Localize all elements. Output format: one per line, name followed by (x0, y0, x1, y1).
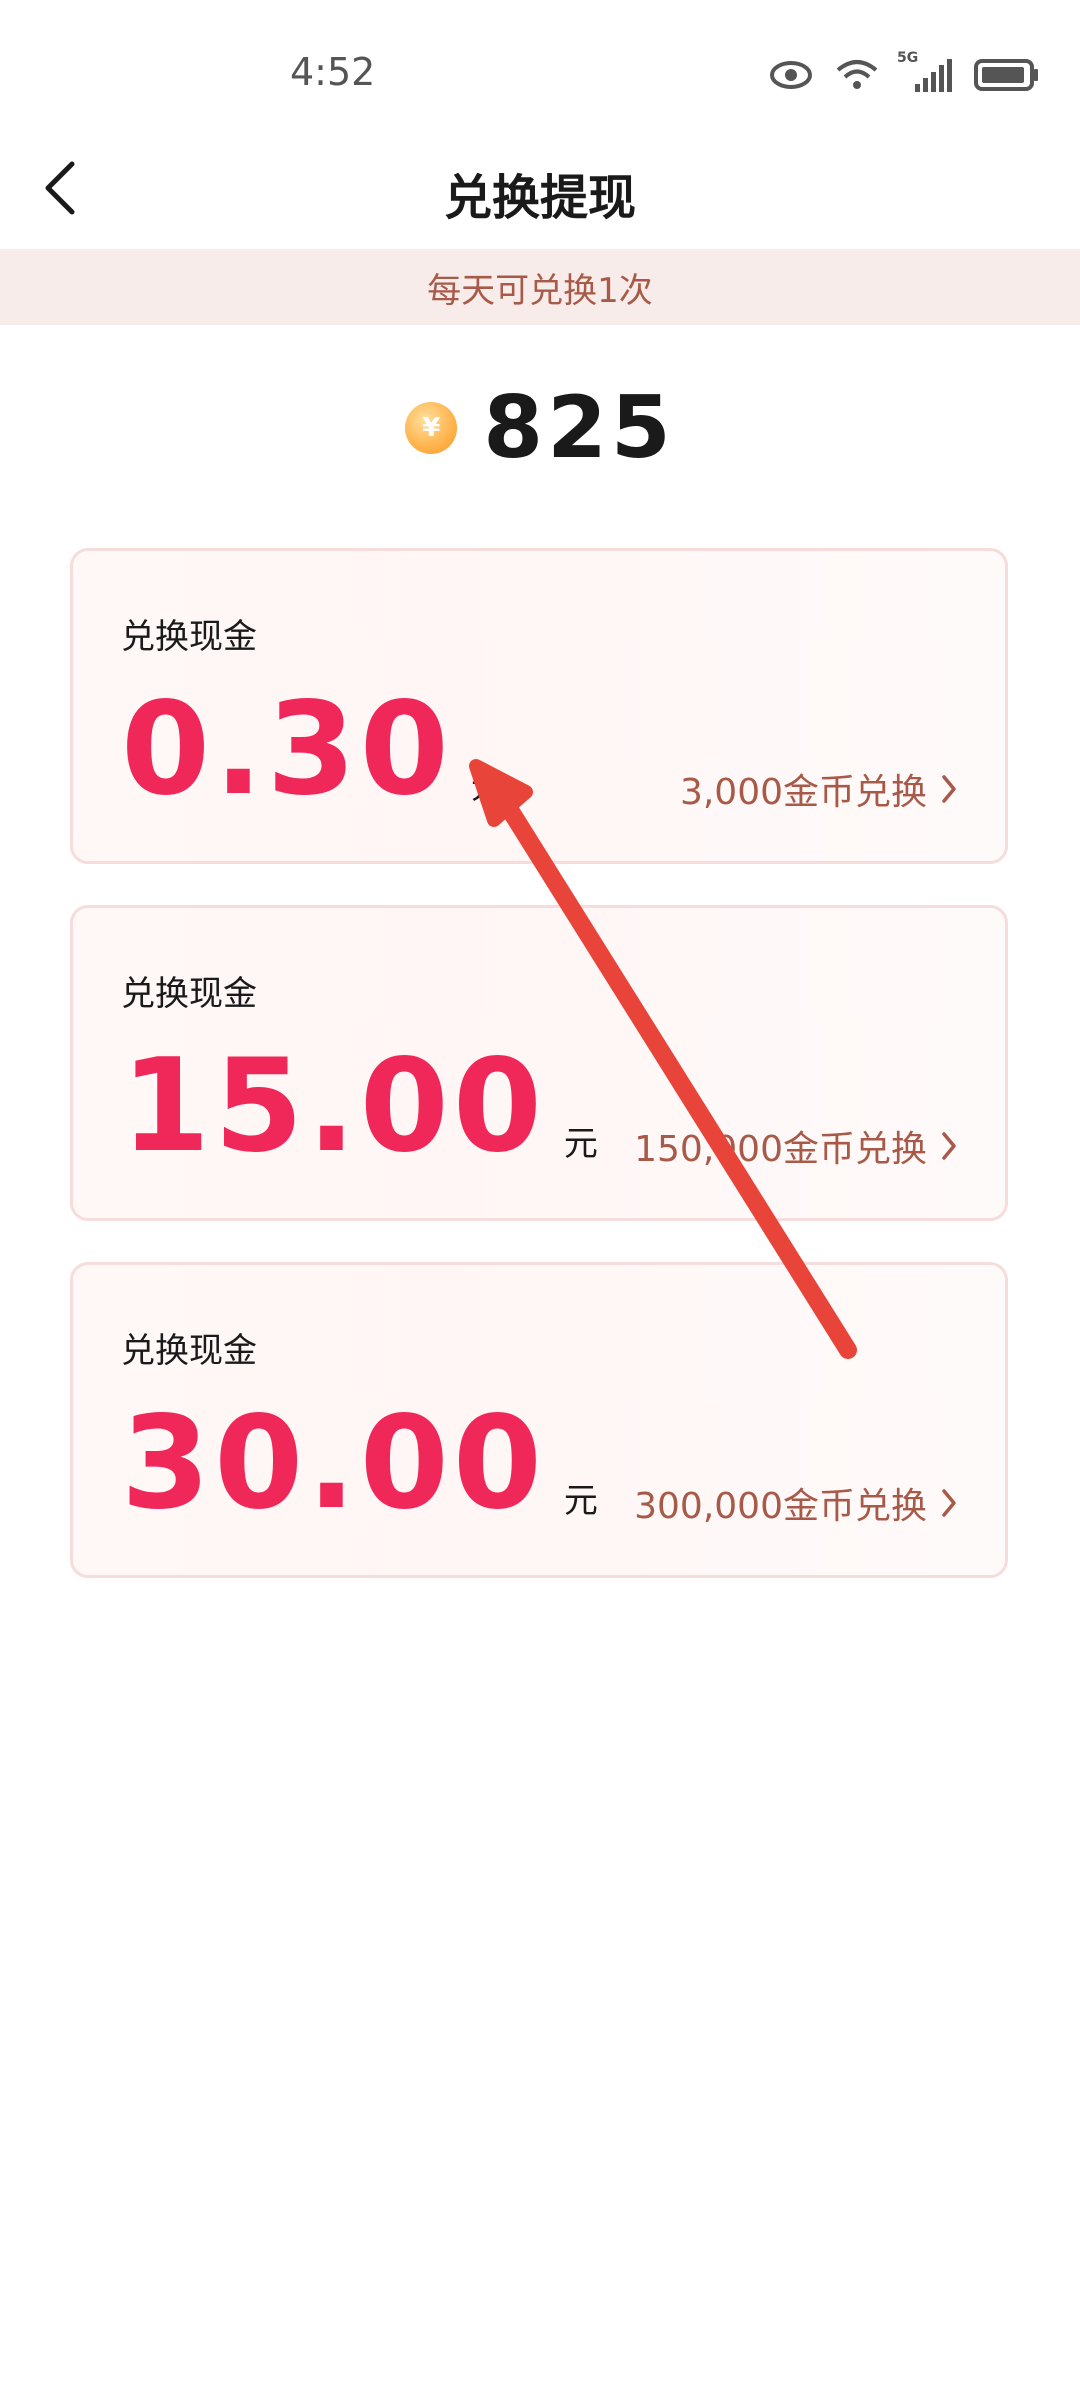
exchange-option-card[interactable]: 兑换现金 30.00 元 300,000金币兑换 (70, 1262, 1008, 1578)
status-time: 4:52 (290, 50, 376, 94)
coin-icon: ¥ (405, 402, 458, 454)
battery-icon (974, 59, 1038, 91)
option-amount-group: 30.00 元 (121, 1400, 598, 1528)
option-amount: 0.30 (121, 675, 453, 824)
status-bar: 4:52 5G (0, 0, 1080, 150)
option-cost-link[interactable]: 3,000金币兑换 (680, 763, 957, 815)
option-unit: 元 (563, 1124, 598, 1164)
eye-icon (770, 61, 812, 89)
option-unit: 元 (470, 767, 505, 807)
option-unit: 元 (563, 1481, 598, 1521)
option-cost-link[interactable]: 300,000金币兑换 (634, 1477, 957, 1529)
page-title: 兑换提现 (443, 170, 636, 226)
chevron-right-icon (942, 775, 956, 803)
option-cost: 300,000金币兑换 (634, 1486, 927, 1527)
chevron-right-icon (942, 1489, 956, 1517)
5g-signal-icon: 5G (897, 50, 952, 92)
status-icons: 5G (769, 50, 1040, 92)
coin-balance: ¥ 825 (0, 378, 1080, 478)
balance-value: 825 (483, 378, 675, 478)
option-cost: 150,000金币兑换 (634, 1129, 927, 1170)
option-amount: 15.00 (121, 1032, 546, 1181)
wifi-icon (836, 60, 878, 89)
option-amount: 30.00 (121, 1389, 546, 1538)
notice-bar: 每天可兑换1次 (0, 249, 1080, 325)
option-label: 兑换现金 (121, 1331, 257, 1371)
network-label: 5G (897, 50, 919, 66)
option-amount-group: 0.30 元 (121, 686, 505, 814)
coin-symbol: ¥ (422, 413, 441, 443)
chevron-right-icon (942, 1132, 956, 1160)
option-label: 兑换现金 (121, 974, 257, 1014)
option-amount-group: 15.00 元 (121, 1043, 598, 1171)
option-label: 兑换现金 (121, 617, 257, 657)
option-cost: 3,000金币兑换 (679, 772, 927, 813)
nav-bar: 兑换提现 (0, 130, 1080, 248)
exchange-option-card[interactable]: 兑换现金 0.30 元 3,000金币兑换 (70, 548, 1008, 864)
option-cost-link[interactable]: 150,000金币兑换 (634, 1120, 957, 1172)
exchange-option-card[interactable]: 兑换现金 15.00 元 150,000金币兑换 (70, 905, 1008, 1221)
